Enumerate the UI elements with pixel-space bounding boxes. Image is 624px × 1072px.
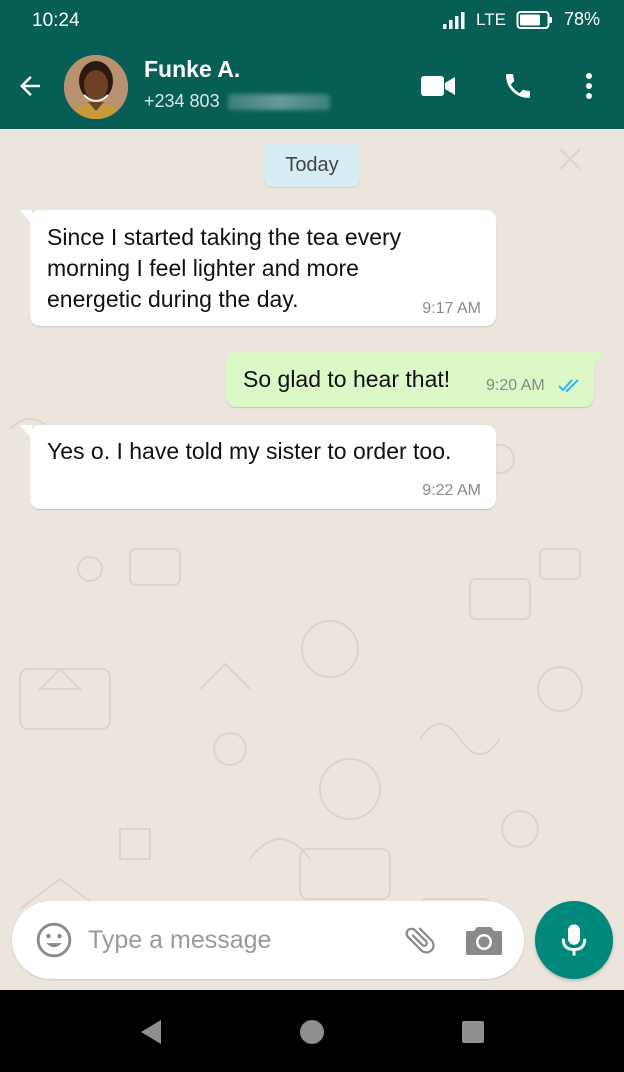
nav-recents-icon (462, 1021, 484, 1043)
nav-recents-button[interactable] (453, 1012, 493, 1052)
bubble-tail (592, 352, 604, 366)
message-text: Yes o. I have told my sister to order to… (47, 438, 452, 464)
app-header: 10:24 LTE 78% Funke A. +234 803 (0, 0, 624, 129)
battery-icon (516, 10, 552, 29)
network-type: LTE (476, 9, 506, 29)
date-divider: Today (264, 143, 360, 187)
message-text: Since I started taking the tea every mor… (47, 224, 402, 312)
status-indicators: LTE 78% (442, 9, 600, 30)
nav-back-icon (141, 1020, 161, 1044)
message-incoming[interactable]: Yes o. I have told my sister to order to… (20, 425, 496, 509)
more-options-icon (586, 73, 592, 99)
phone-redacted (227, 93, 330, 110)
contact-phone-prefix: +234 803 (144, 91, 220, 111)
nav-home-icon (300, 1020, 324, 1044)
chat-toolbar: Funke A. +234 803 (0, 42, 624, 129)
video-call-icon (421, 76, 455, 96)
emoji-icon (36, 922, 72, 958)
signal-icon (443, 11, 465, 29)
message-text: So glad to hear that! (243, 366, 451, 392)
camera-button[interactable] (462, 918, 506, 962)
chat-area[interactable]: Today Since I started taking the tea eve… (0, 129, 624, 990)
message-incoming[interactable]: Since I started taking the tea every mor… (20, 210, 496, 326)
attach-button[interactable] (398, 918, 442, 962)
read-receipt-icon (558, 379, 579, 393)
status-bar: 10:24 LTE 78% (0, 0, 624, 42)
message-time: 9:17 AM (422, 300, 481, 317)
contact-phone[interactable]: +234 803 (144, 91, 330, 112)
nav-home-button[interactable] (292, 1012, 332, 1052)
back-button[interactable] (10, 66, 50, 106)
more-options-button[interactable] (567, 64, 611, 108)
bubble-tail (20, 210, 32, 224)
system-navigation-bar (0, 990, 624, 1072)
message-input[interactable] (88, 901, 388, 979)
camera-icon (466, 927, 502, 955)
nav-back-button[interactable] (130, 1012, 170, 1052)
voice-message-button[interactable] (535, 901, 613, 979)
message-time: 9:20 AM (486, 377, 545, 394)
contact-photo (64, 55, 128, 119)
phone-icon (506, 74, 530, 98)
mic-icon (561, 924, 587, 956)
message-composer (12, 901, 524, 979)
message-time: 9:22 AM (422, 482, 481, 499)
back-arrow-icon (20, 76, 40, 96)
voice-call-button[interactable] (496, 64, 540, 108)
message-outgoing[interactable]: So glad to hear that! 9:20 AM (226, 352, 604, 407)
emoji-button[interactable] (32, 918, 76, 962)
contact-name[interactable]: Funke A. (144, 56, 240, 83)
battery-level: 78% (563, 9, 600, 29)
status-time: 10:24 (32, 10, 80, 31)
video-call-button[interactable] (416, 64, 460, 108)
avatar[interactable] (64, 55, 128, 119)
bubble-tail (20, 425, 32, 439)
attach-icon (405, 927, 435, 954)
